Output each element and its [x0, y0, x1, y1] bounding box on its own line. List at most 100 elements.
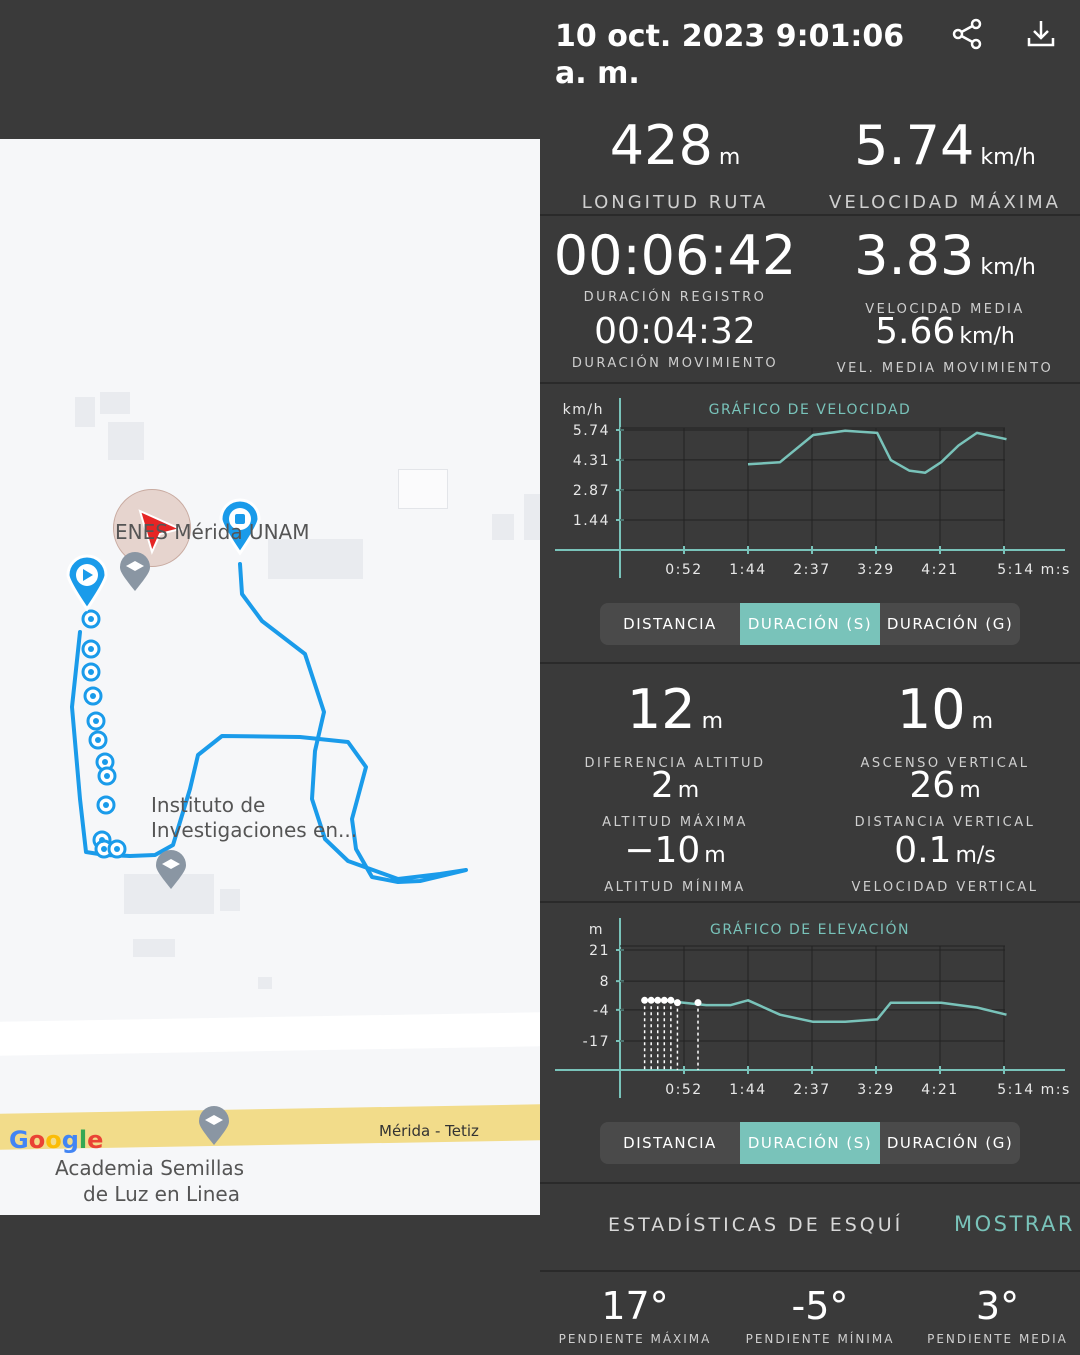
y-tick-label: -17 [583, 1034, 610, 1050]
unit-label: m [959, 778, 981, 803]
vert-ascent-value: 10 [896, 678, 966, 741]
map-poi-label[interactable]: Academia Semillas [55, 1156, 244, 1180]
tab-distance[interactable]: DISTANCIA [600, 603, 740, 645]
move-avg-speed-label: VEL. MEDIA MOVIMIENTO [836, 361, 1054, 376]
slope-avg-value: 3° [975, 1284, 1020, 1328]
x-tick-label: 0:52 [665, 562, 702, 578]
divider [540, 214, 1080, 216]
slope-avg-label: PENDIENTE MEDIA [927, 1332, 1068, 1346]
alt-diff-value: 12 [626, 678, 696, 741]
map-poi-label[interactable]: ENES Mérida UNAM [115, 520, 309, 544]
slope-max-label: PENDIENTE MÁXIMA [558, 1332, 712, 1346]
vert-speed-value: 0.1 [894, 830, 952, 871]
unit-label: m [718, 145, 741, 170]
alt-min-value: −10 [624, 830, 701, 871]
map-poi-label[interactable]: de Luz en Linea [83, 1182, 240, 1206]
elevation-marker [660, 996, 668, 1004]
y-unit-label: km/h [563, 402, 604, 418]
y-tick-label: 4.31 [573, 453, 610, 469]
elevation-marker [673, 999, 681, 1007]
stats-panel: 10 oct. 2023 9:01:06 a. m. 428 m LONGITUD… [540, 0, 1080, 1355]
tab-duration-s[interactable]: DURACIÓN (S) [740, 1122, 880, 1164]
unit-label: m [677, 778, 700, 803]
vert-distance-stat: 26 m DISTANCIA VERTICAL [810, 765, 1080, 831]
record-duration-value: 00:06:42 [553, 224, 797, 287]
x-tick-label: 2:37 [793, 1082, 830, 1098]
google-logo: Google [9, 1126, 104, 1154]
route-length-stat: 428 m LONGITUD RUTA [540, 114, 810, 214]
x-tick-label: 5:14 m:s [997, 1082, 1071, 1098]
vert-distance-label: DISTANCIA VERTICAL [854, 815, 1036, 830]
move-duration-label: DURACIÓN MOVIMIENTO [571, 356, 779, 371]
school-pin-icon [199, 1106, 229, 1145]
vert-ascent-stat: 10 m ASCENSO VERTICAL [810, 678, 1080, 772]
move-duration-value: 00:04:32 [594, 311, 756, 352]
tab-duration-g[interactable]: DURACIÓN (G) [880, 1122, 1020, 1164]
slope-max-stat: 17° PENDIENTE MÁXIMA [545, 1284, 725, 1346]
avg-speed-stat: 3.83 km/h VELOCIDAD MEDIA [810, 224, 1080, 318]
x-tick-label: 1:44 [729, 562, 766, 578]
tab-distance[interactable]: DISTANCIA [600, 1122, 740, 1164]
vert-speed-label: VELOCIDAD VERTICAL [851, 880, 1039, 895]
road-label: Mérida - Tetiz [379, 1122, 479, 1140]
route-length-label: LONGITUD RUTA [581, 192, 769, 213]
max-speed-stat: 5.74 km/h VELOCIDAD MÁXIMA [810, 116, 1080, 214]
unit-label: m [971, 709, 994, 734]
route-track [66, 498, 468, 1145]
slope-min-stat: -5° PENDIENTE MÍNIMA [730, 1284, 910, 1346]
show-ski-stats-button[interactable]: MOSTRAR [954, 1212, 1075, 1236]
elevation-marker [667, 996, 675, 1004]
share-icon[interactable] [950, 16, 986, 52]
page-title: 10 oct. 2023 9:01:06 a. m. [555, 19, 905, 91]
record-duration-stat: 00:06:42 DURACIÓN REGISTRO [540, 224, 810, 306]
alt-min-stat: −10 m ALTITUD MÍNIMA [540, 830, 810, 896]
elevation-marker [694, 999, 702, 1007]
divider [540, 1182, 1080, 1184]
route-length-value: 428 [609, 114, 713, 177]
x-tick-label: 4:21 [921, 562, 958, 578]
start-pin-icon [66, 554, 108, 612]
y-tick-label: 1.44 [573, 513, 610, 529]
y-tick-label: -4 [593, 1003, 610, 1019]
speed-chart[interactable]: 0:52 1:44 2:37 3:29 4:21 5:14 m:s GRÁFICO DE V… [540, 392, 1080, 588]
alt-max-label: ALTITUD MÁXIMA [602, 815, 748, 830]
x-tick-label: 3:29 [857, 1082, 894, 1098]
record-duration-label: DURACIÓN REGISTRO [583, 290, 767, 305]
y-tick-label: 5.74 [573, 423, 610, 439]
slope-min-label: PENDIENTE MÍNIMA [745, 1332, 895, 1346]
slope-avg-stat: 3° PENDIENTE MEDIA [910, 1284, 1080, 1346]
elevation-chart[interactable]: 0:52 1:44 2:37 3:29 4:21 5:14 m:s GRÁFICO DE E… [540, 912, 1080, 1108]
max-speed-label: VELOCIDAD MÁXIMA [829, 192, 1061, 213]
move-avg-speed-value: 5.66 [875, 311, 956, 352]
alt-min-label: ALTITUD MÍNIMA [604, 880, 746, 895]
x-tick-label: 3:29 [857, 562, 894, 578]
slope-max-value: 17° [601, 1284, 669, 1328]
slope-min-value: -5° [791, 1284, 849, 1328]
elevation-marker [647, 996, 655, 1004]
elevation-chart-tabs: DISTANCIA DURACIÓN (S) DURACIÓN (G) [600, 1122, 1020, 1164]
map-poi-label[interactable]: Instituto de [151, 793, 265, 817]
divider [540, 901, 1080, 903]
tab-duration-s[interactable]: DURACIÓN (S) [740, 603, 880, 645]
x-tick-label: 0:52 [665, 1082, 702, 1098]
y-tick-label: 8 [600, 974, 610, 990]
unit-label: m/s [955, 843, 996, 868]
alt-diff-stat: 12 m DIFERENCIA ALTITUD [540, 678, 810, 772]
x-tick-label: 5:14 m:s [997, 562, 1071, 578]
speed-chart-tabs: DISTANCIA DURACIÓN (S) DURACIÓN (G) [600, 603, 1020, 645]
y-tick-label: 21 [589, 943, 610, 959]
download-icon[interactable] [1023, 16, 1059, 52]
tab-duration-g[interactable]: DURACIÓN (G) [880, 603, 1020, 645]
alt-max-stat: 2m ALTITUD MÁXIMA [540, 766, 810, 831]
avg-speed-value: 3.83 [854, 224, 975, 287]
unit-label: m [704, 843, 726, 868]
move-avg-speed-stat: 5.66 km/h VEL. MEDIA MOVIMIENTO [810, 311, 1080, 377]
route-map[interactable]: ENES Mérida UNAM Instituto de Investigac… [0, 139, 540, 1215]
unit-label: km/h [980, 145, 1036, 170]
x-tick-label: 2:37 [793, 562, 830, 578]
ski-stats-title: ESTADÍSTICAS DE ESQUÍ [608, 1214, 904, 1236]
divider [540, 1270, 1080, 1272]
vert-distance-value: 26 [909, 765, 956, 806]
map-poi-label[interactable]: Investigaciones en... [151, 818, 357, 842]
elevation-marker [654, 996, 662, 1004]
